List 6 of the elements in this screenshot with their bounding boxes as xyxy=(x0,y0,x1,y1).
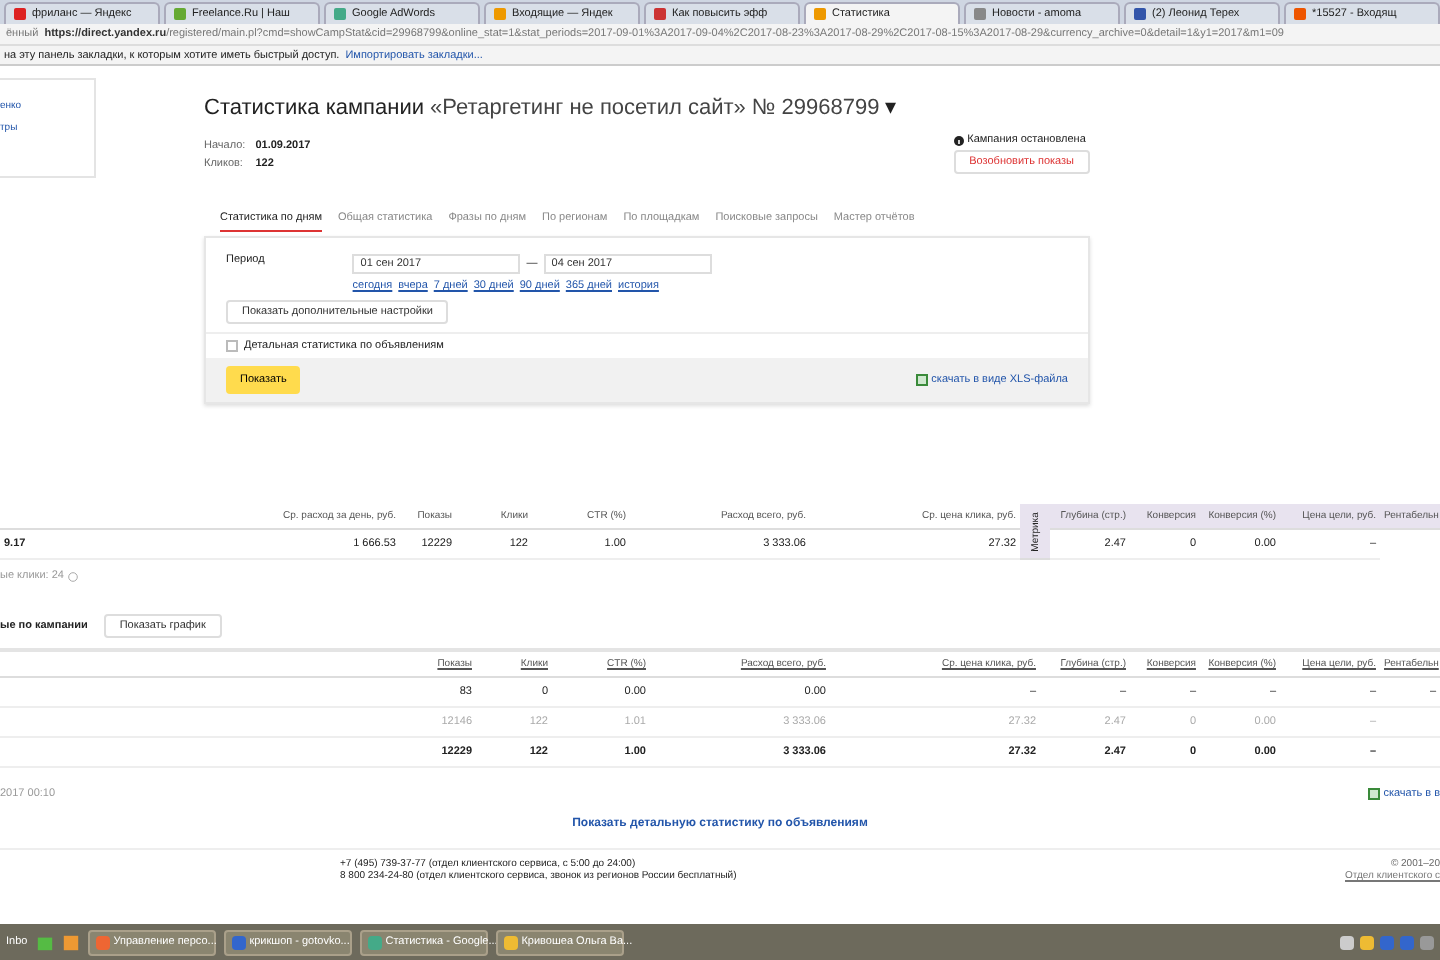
spreadsheet-icon xyxy=(915,374,928,386)
info-icon xyxy=(953,135,964,145)
checkbox[interactable] xyxy=(226,340,238,352)
page-title: Статистика кампании «Ретаргетинг не посетил сайт» № 29968799 ▾ xyxy=(204,94,900,120)
help-icon[interactable] xyxy=(67,571,78,581)
spreadsheet-icon xyxy=(1367,788,1380,800)
